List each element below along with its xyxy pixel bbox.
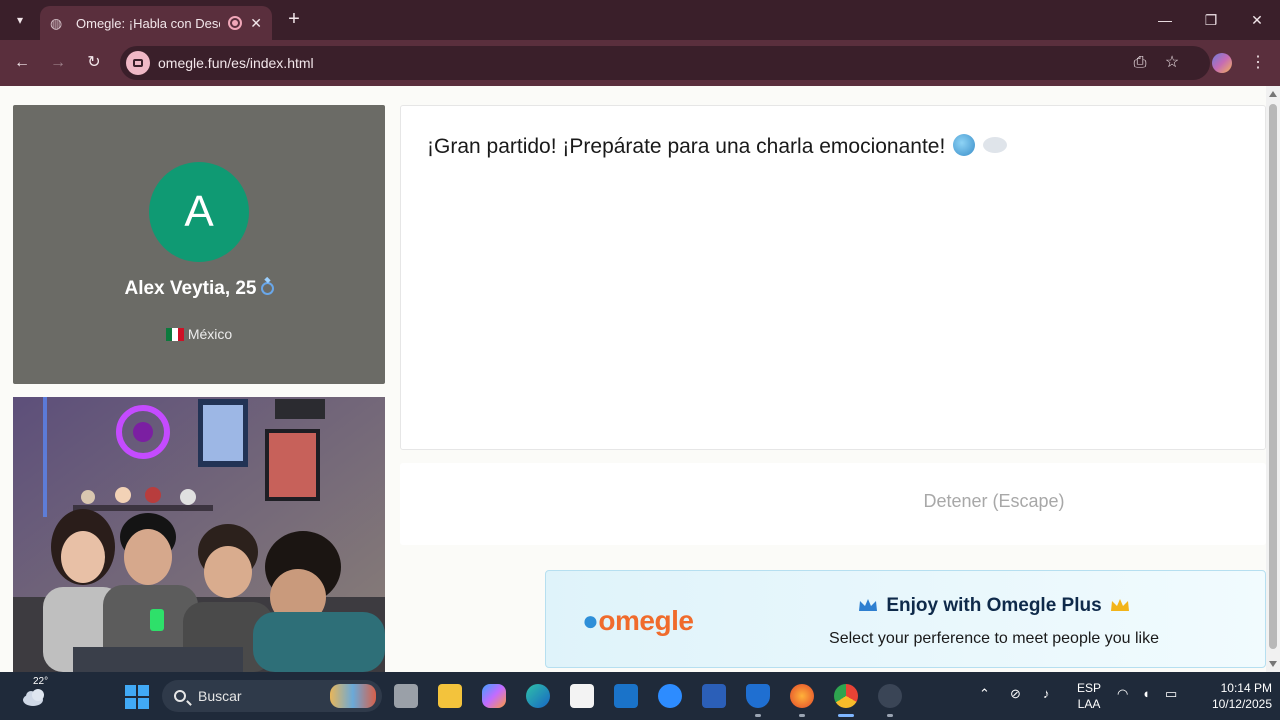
back-button[interactable]: ← [10,51,34,75]
language-code: ESP [1076,681,1101,695]
profile-avatar[interactable] [1212,53,1232,73]
chat-log: ¡Gran partido! ¡Prepárate para una charl… [400,105,1266,450]
install-app-icon[interactable]: ⎙ [1128,51,1152,75]
taskbar-search-placeholder: Buscar [198,688,242,704]
layout-code: LAA [1077,697,1101,711]
edge-icon[interactable] [526,684,550,708]
cloud-sync-off-icon[interactable]: ⊘ [1010,686,1021,702]
crown-icon-gold [1110,599,1129,611]
running-indicator [755,714,761,717]
copilot-icon[interactable] [482,684,506,708]
promo-title-row: Enjoy with Omegle Plus [786,595,1202,617]
file-explorer-icon[interactable] [438,684,462,708]
tab-close-icon[interactable]: ✕ [250,15,262,32]
mexico-flag-icon [165,328,184,341]
webcam-frame [13,397,385,672]
active-indicator [838,714,854,717]
weather-temperature: 22° [33,676,49,687]
browser-tab-active[interactable]: ◍ Omegle: ¡Habla con Descon ✕ [40,6,272,40]
reload-button[interactable]: ↻ [82,51,106,75]
new-tab-button[interactable]: + [282,8,306,32]
camera-icon[interactable] [126,51,150,75]
crown-icon-blue [859,599,878,611]
windows-start-button[interactable] [125,685,149,709]
address-bar[interactable]: omegle.fun/es/index.html [120,46,1210,80]
page-content: A Alex Veytia, 25 México ¡Gran partido! … [0,86,1266,672]
battery-icon[interactable]: ▭ [1165,686,1177,702]
recording-icon [228,16,243,30]
obs-icon[interactable] [878,684,902,708]
chat-controls: Detener (Escape) [400,463,1266,545]
running-indicator [799,714,805,717]
avatar: A [149,162,249,262]
clock-date: 10/12/2025 [1211,697,1272,711]
volume-icon[interactable]: ◖ [1142,686,1150,701]
scroll-thumb[interactable] [1269,104,1277,649]
tab-strip: ▾ ◍ Omegle: ¡Habla con Descon ✕ + — ❐ ✕ [0,0,1280,40]
globe-icon: ◍ [50,15,63,31]
language-indicator[interactable]: ESP LAA [1072,680,1106,712]
scroll-up-arrow-icon[interactable] [1269,91,1277,97]
forward-button[interactable]: → [46,51,70,75]
page-scrollbar[interactable] [1266,86,1280,672]
tab-search-dropdown[interactable]: ▾ [8,8,32,32]
search-highlight-image [330,684,376,708]
globe-emoji-icon [953,134,976,156]
stranger-name: Alex Veytia, 25 [124,278,257,299]
speech-bubble-emoji-icon [983,137,1008,153]
self-camera-video [13,397,385,672]
firefox-icon[interactable] [790,684,814,708]
menu-kebab-icon[interactable]: ⋮ [1246,51,1270,75]
promo-subtitle: Select your perference to meet people yo… [829,630,1159,647]
microphone-icon[interactable]: ♪ [1043,686,1050,701]
outlook-icon[interactable] [614,684,638,708]
stranger-name-row: Alex Veytia, 25 [13,278,385,300]
zoom-icon[interactable] [658,684,682,708]
chevron-up-icon[interactable]: ⌃ [979,686,990,702]
close-window-button[interactable]: ✕ [1234,0,1280,40]
stranger-country-row: México [13,326,385,342]
scroll-down-arrow-icon[interactable] [1269,661,1277,667]
stranger-panel: A Alex Veytia, 25 México [13,105,385,384]
word-icon[interactable] [702,684,726,708]
chat-message: ¡Gran partido! ¡Prepárate para una charl… [427,135,946,158]
microsoft-store-icon[interactable] [570,684,594,708]
restore-button[interactable]: ❐ [1188,0,1234,40]
url-text: omegle.fun/es/index.html [158,55,314,71]
wifi-icon[interactable]: ◠ [1117,686,1128,702]
windows-taskbar: 22° Buscar ⌃ ⊘ ♪ ESP LAA ◠ ◖ ▭ 10:14 PM … [0,672,1280,720]
chat-message-row: ¡Gran partido! ¡Prepárate para una charl… [427,134,1008,159]
minimize-button[interactable]: — [1142,0,1188,40]
stranger-country: México [187,326,233,342]
promo-title: Enjoy with Omegle Plus [886,595,1102,616]
omegle-plus-banner[interactable]: ●omegle Enjoy with Omegle Plus Select yo… [545,570,1266,668]
clock-time: 10:14 PM [1220,681,1272,695]
stop-button[interactable]: Detener (Escape) [820,491,1168,512]
ring-icon [260,282,274,295]
system-clock[interactable]: 10:14 PM 10/12/2025 [1192,680,1272,712]
bookmark-star-icon[interactable]: ☆ [1160,51,1184,75]
chrome-icon[interactable] [834,684,858,708]
task-view-icon[interactable] [394,684,418,708]
omegle-logo: ●omegle [582,605,694,636]
search-icon [174,690,186,702]
tab-title: Omegle: ¡Habla con Descon [76,15,220,31]
defender-shield-icon[interactable] [746,684,770,708]
browser-toolbar: ← → ↻ omegle.fun/es/index.html ⎙ ☆ ⋮ [0,40,1280,86]
running-indicator [887,714,893,717]
taskbar-search[interactable]: Buscar [162,680,382,712]
